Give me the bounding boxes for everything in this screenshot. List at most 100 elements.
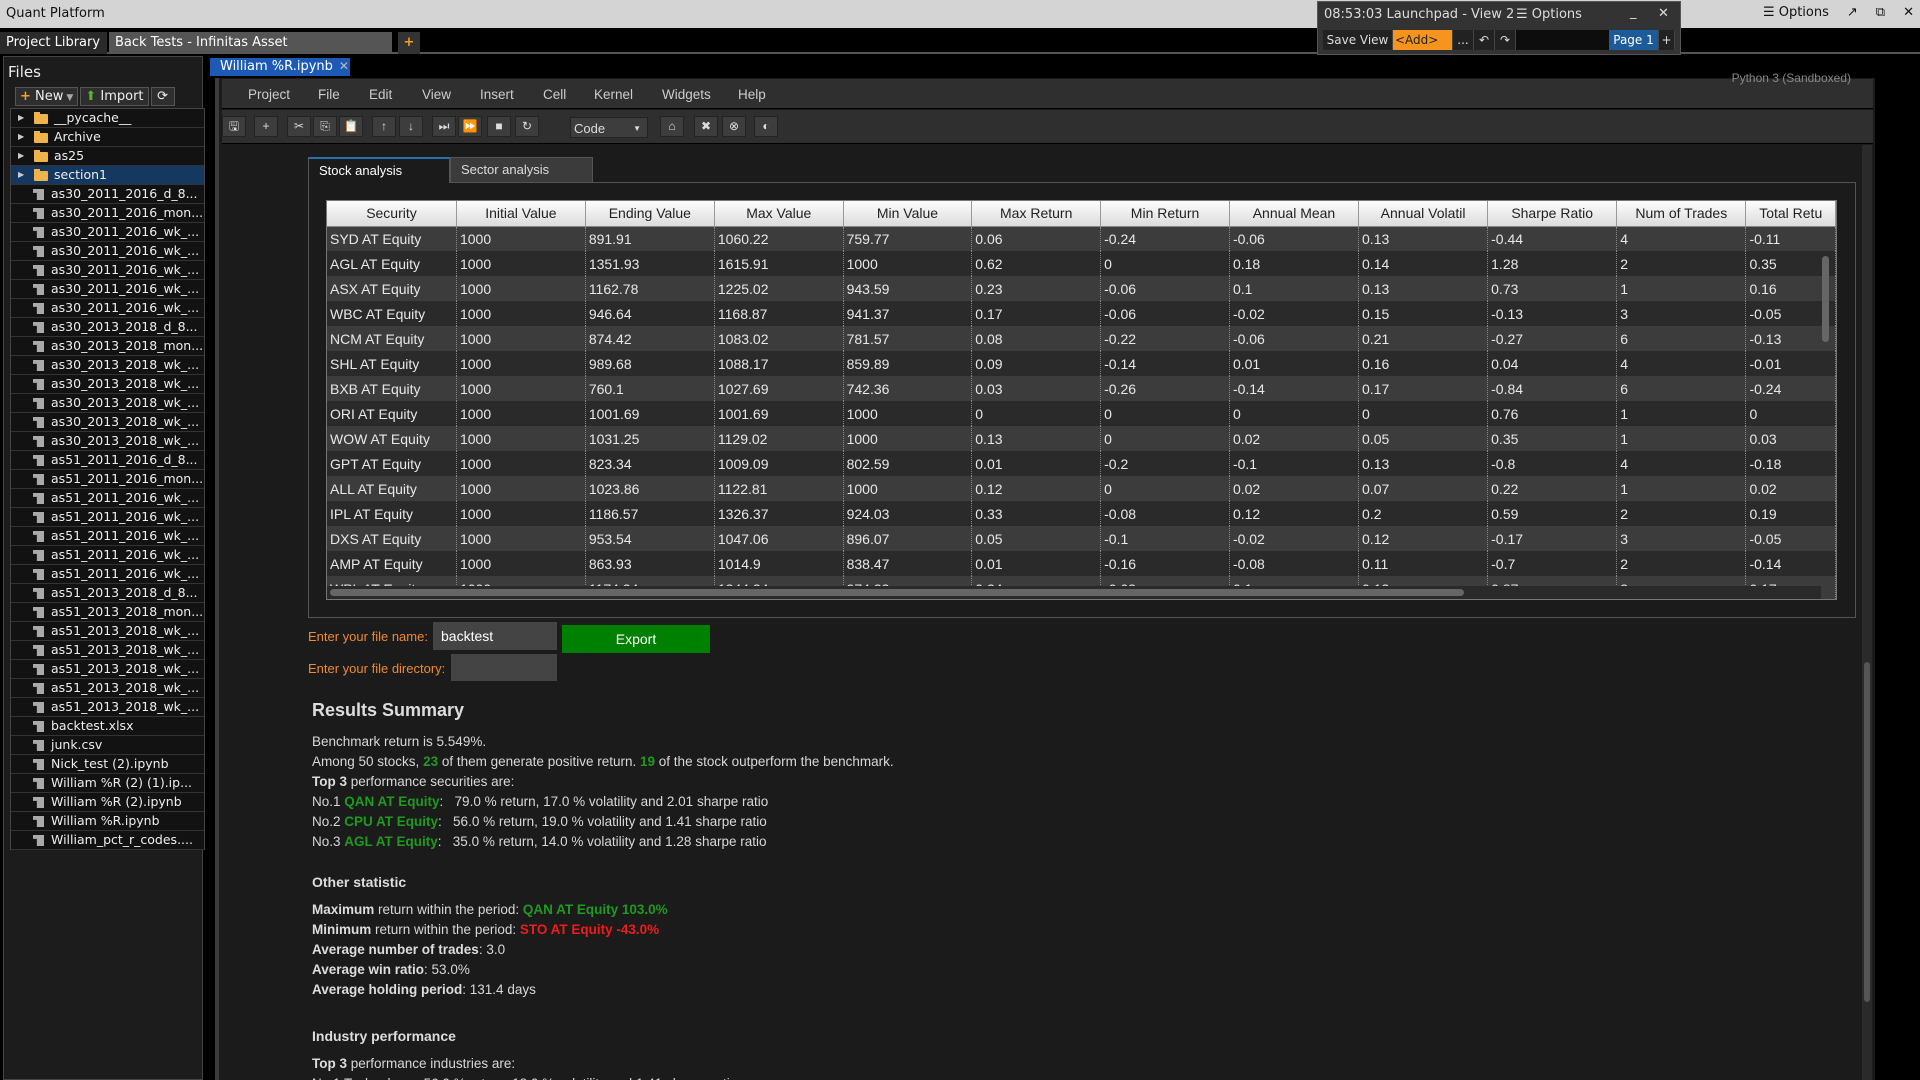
table-horizontal-scrollbar[interactable]	[327, 586, 1821, 599]
column-header[interactable]: Total Retu	[1745, 201, 1836, 227]
add-view-input[interactable]: <Add>	[1393, 30, 1453, 50]
column-header[interactable]: Min Value	[843, 201, 973, 227]
expand-arrow-icon[interactable]: ▶	[18, 128, 24, 146]
page-scrollbar[interactable]	[1862, 145, 1872, 1080]
table-row[interactable]: IPL AT Equity 1000 1186.57 1326.37 924.03 0.3…	[327, 501, 1836, 526]
page-1-tab[interactable]: Page 1	[1609, 30, 1659, 50]
table-row[interactable]: AMP AT Equity 1000 863.93 1014.9 838.47 0.01-…	[327, 551, 1836, 576]
file-item[interactable]: as51_2011_2016_wk_...	[11, 527, 204, 546]
more-button[interactable]: ...	[1453, 30, 1474, 50]
restore-icon[interactable]: ⧉	[1876, 5, 1885, 20]
column-header[interactable]: Annual Mean	[1229, 201, 1360, 227]
file-item[interactable]: as30_2011_2016_d_8...	[11, 185, 204, 204]
insert-cell-icon[interactable]: +	[254, 116, 278, 137]
new-button[interactable]: + New ▼	[15, 87, 79, 106]
file-item[interactable]: as30_2011_2016_wk_...	[11, 280, 204, 299]
window-options-menu[interactable]: ☰ Options	[1763, 5, 1829, 20]
cell-type-select[interactable]: Code ▼	[570, 117, 648, 138]
paste-icon[interactable]: 📋	[339, 116, 363, 137]
tab-sector-analysis[interactable]: Sector analysis	[450, 157, 593, 183]
table-row[interactable]: ASX AT Equity 1000 1162.78 1225.02 943.59 0.2…	[327, 276, 1836, 301]
table-vscroll-thumb[interactable]	[1822, 256, 1829, 342]
file-item[interactable]: as30_2011_2016_mon...	[11, 204, 204, 223]
column-header[interactable]: Annual Volatil	[1358, 201, 1489, 227]
launchpad-options-menu[interactable]: ☰ Options	[1516, 7, 1582, 22]
table-row[interactable]: NCM AT Equity 1000 874.42 1083.02 781.57 0.08…	[327, 326, 1836, 351]
file-directory-input[interactable]	[451, 654, 557, 681]
file-item[interactable]: as30_2013_2018_wk_...	[11, 432, 204, 451]
menu-help[interactable]: Help	[738, 87, 766, 102]
file-item[interactable]: as30_2013_2018_wk_...	[11, 413, 204, 432]
column-header[interactable]: Min Return	[1100, 201, 1230, 227]
notebook-tab[interactable]: William %R.ipynb ✕	[210, 58, 350, 76]
redo-icon[interactable]: ↷	[1495, 30, 1516, 50]
menu-kernel[interactable]: Kernel	[594, 87, 633, 102]
tab-stock-analysis[interactable]: Stock analysis	[308, 157, 450, 183]
tab-back-tests[interactable]: Back Tests - Infinitas Asset Management✕	[109, 32, 392, 72]
file-item[interactable]: as30_2011_2016_wk_...	[11, 223, 204, 242]
file-item[interactable]: as51_2013_2018_wk_...	[11, 660, 204, 679]
restart-icon[interactable]: ↻	[515, 116, 539, 137]
file-item[interactable]: William %R (2) (1).ip...	[11, 774, 204, 793]
file-item[interactable]: as51_2013_2018_wk_...	[11, 698, 204, 717]
import-button[interactable]: ⬆ Import	[80, 87, 149, 106]
table-row[interactable]: SHL AT Equity 1000 989.68 1088.17 859.89 0.09…	[327, 351, 1836, 376]
move-down-icon[interactable]: ↓	[399, 116, 423, 137]
table-row[interactable]: AGL AT Equity 1000 1351.93 1615.91 1000 0.62 0…	[327, 251, 1836, 276]
file-item[interactable]: William %R.ipynb	[11, 812, 204, 831]
folder-item[interactable]: ▶ __pycache__	[11, 109, 204, 128]
file-item[interactable]: as51_2011_2016_wk_...	[11, 565, 204, 584]
file-item[interactable]: as30_2013_2018_wk_...	[11, 356, 204, 375]
file-item[interactable]: as30_2013_2018_mon...	[11, 337, 204, 356]
close-notebook-tab-icon[interactable]: ✕	[339, 59, 349, 73]
expand-arrow-icon[interactable]: ▶	[18, 109, 24, 127]
folder-item[interactable]: ▶ Archive	[11, 128, 204, 147]
column-header[interactable]: Security	[327, 201, 457, 227]
file-item[interactable]: as51_2013_2018_d_8...	[11, 584, 204, 603]
column-header[interactable]: Max Return	[971, 201, 1102, 227]
file-item[interactable]: as30_2013_2018_d_8...	[11, 318, 204, 337]
menu-widgets[interactable]: Widgets	[662, 87, 711, 102]
close-circle-icon[interactable]: ⊗	[722, 116, 746, 137]
page-scrollbar-thumb[interactable]	[1864, 662, 1870, 1002]
file-item[interactable]: as30_2013_2018_wk_...	[11, 394, 204, 413]
toggle-icon[interactable]: ◐	[754, 116, 778, 137]
save-icon[interactable]: 🖫	[222, 116, 246, 137]
file-item[interactable]: as51_2011_2016_wk_...	[11, 489, 204, 508]
table-row[interactable]: DXS AT Equity 1000 953.54 1047.06 896.07 0.05…	[327, 526, 1836, 551]
file-item[interactable]: William %R (2).ipynb	[11, 793, 204, 812]
file-item[interactable]: as51_2013_2018_wk_...	[11, 641, 204, 660]
file-item[interactable]: as51_2011_2016_mon...	[11, 470, 204, 489]
column-header[interactable]: Num of Trades	[1616, 201, 1747, 227]
file-item[interactable]: as51_2013_2018_wk_...	[11, 622, 204, 641]
add-tab-button[interactable]: +	[398, 32, 420, 54]
file-item[interactable]: William_pct_r_codes....	[11, 831, 204, 850]
column-header[interactable]: Max Value	[714, 201, 844, 227]
file-item[interactable]: Nick_test (2).ipynb	[11, 755, 204, 774]
table-row[interactable]: WOW AT Equity 1000 1031.25 1129.02 1000 0.13 0…	[327, 426, 1836, 451]
table-row[interactable]: GPT AT Equity 1000 823.34 1009.09 802.59 0.01…	[327, 451, 1836, 476]
cut-icon[interactable]: ✂	[287, 116, 311, 137]
home-icon[interactable]: ⌂	[660, 116, 684, 137]
table-row[interactable]: ALL AT Equity 1000 1023.86 1122.81 1000 0.12 0…	[327, 476, 1836, 501]
folder-item[interactable]: ▶ as25	[11, 147, 204, 166]
menu-view[interactable]: View	[422, 87, 451, 102]
export-button[interactable]: Export	[562, 625, 710, 653]
file-item[interactable]: as51_2011_2016_wk_...	[11, 508, 204, 527]
table-row[interactable]: ORI AT Equity 1000 1001.69 1001.69 1000 0 0 0 0 0…	[327, 401, 1836, 426]
file-item[interactable]: as30_2011_2016_wk_...	[11, 261, 204, 280]
file-item[interactable]: backtest.xlsx	[11, 717, 204, 736]
file-item[interactable]: as51_2013_2018_mon...	[11, 603, 204, 622]
menu-file[interactable]: File	[318, 87, 340, 102]
stop-icon[interactable]: ■	[487, 116, 511, 137]
expand-arrow-icon[interactable]: ▶	[18, 147, 24, 165]
expand-arrow-icon[interactable]: ▶	[18, 166, 24, 184]
menu-cell[interactable]: Cell	[543, 87, 566, 102]
save-view-button[interactable]: Save View	[1323, 30, 1393, 50]
run-cell-icon[interactable]: ⏭	[432, 116, 456, 137]
table-hscroll-thumb[interactable]	[330, 589, 1464, 596]
add-page-button[interactable]: +	[1659, 30, 1675, 50]
column-header[interactable]: Sharpe Ratio	[1487, 201, 1618, 227]
clear-output-icon[interactable]: ✖	[694, 116, 718, 137]
tab-project-library[interactable]: Project Library	[0, 32, 107, 54]
